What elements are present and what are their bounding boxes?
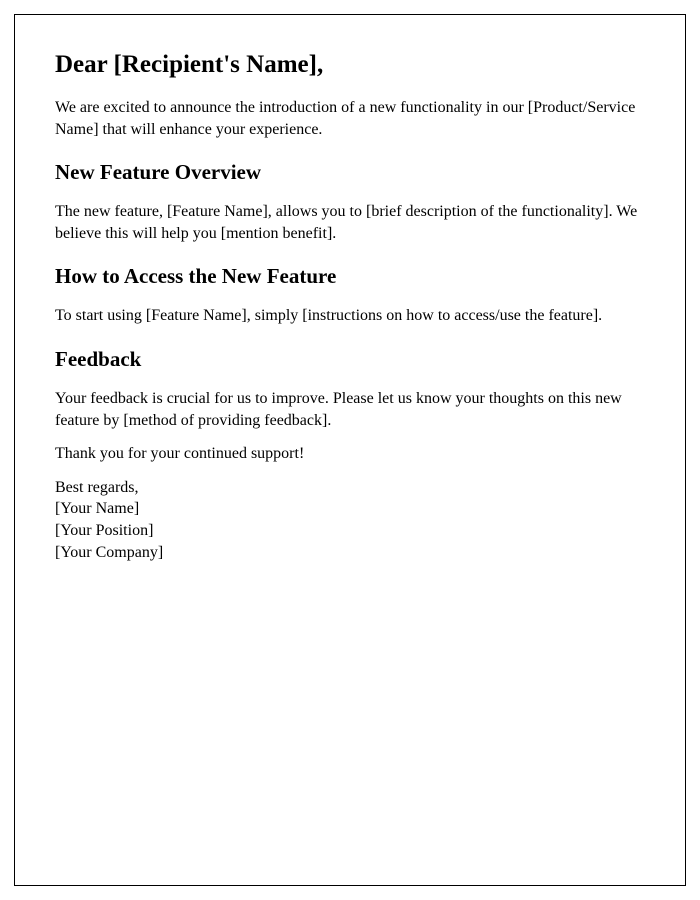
closing-line: Best regards, bbox=[55, 477, 645, 499]
signature-name: [Your Name] bbox=[55, 498, 645, 520]
feedback-heading: Feedback bbox=[55, 347, 645, 372]
overview-body: The new feature, [Feature Name], allows … bbox=[55, 201, 645, 244]
greeting-heading: Dear [Recipient's Name], bbox=[55, 51, 645, 79]
overview-heading: New Feature Overview bbox=[55, 160, 645, 185]
signature-company: [Your Company] bbox=[55, 542, 645, 564]
thanks-paragraph: Thank you for your continued support! bbox=[55, 443, 645, 465]
document-page: Dear [Recipient's Name], We are excited … bbox=[14, 14, 686, 886]
feedback-body: Your feedback is crucial for us to impro… bbox=[55, 388, 645, 431]
access-body: To start using [Feature Name], simply [i… bbox=[55, 305, 645, 327]
signature-position: [Your Position] bbox=[55, 520, 645, 542]
access-heading: How to Access the New Feature bbox=[55, 264, 645, 289]
intro-paragraph: We are excited to announce the introduct… bbox=[55, 97, 645, 140]
